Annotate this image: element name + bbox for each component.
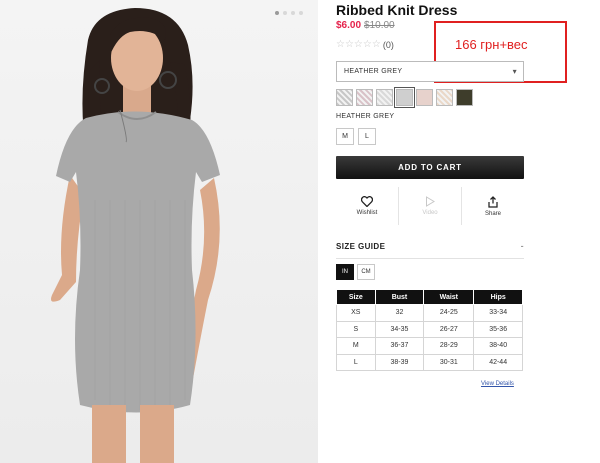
share-button[interactable]: Share xyxy=(461,187,524,225)
price: $6.00 $10.00 xyxy=(336,20,395,31)
column-header: Hips xyxy=(473,289,523,305)
table-header-row: Size Bust Waist Hips xyxy=(336,289,523,305)
play-icon xyxy=(426,196,435,207)
table-cell: 36-37 xyxy=(374,337,425,355)
unit-toggle: IN CM xyxy=(336,264,375,280)
table-cell: 38-40 xyxy=(473,337,523,355)
divider xyxy=(336,258,524,259)
column-header: Bust xyxy=(374,289,425,305)
sale-price: $6.00 xyxy=(336,20,362,31)
chevron-down-icon: ▾ xyxy=(512,67,517,76)
table-cell: 34-35 xyxy=(374,320,425,338)
table-cell: 42-44 xyxy=(473,353,523,371)
star-rating-icon: ☆☆☆☆☆ xyxy=(336,39,381,50)
carousel-dots[interactable] xyxy=(275,11,303,15)
unit-cm-button[interactable]: CM xyxy=(357,264,375,280)
rating-count: (0) xyxy=(382,39,394,50)
original-price: $10.00 xyxy=(364,20,395,31)
product-actions: Wishlist Video Share xyxy=(336,187,524,225)
color-select[interactable]: HEATHER GREY ▾ xyxy=(336,61,524,82)
wishlist-button[interactable]: Wishlist xyxy=(336,187,398,225)
carousel-dot[interactable] xyxy=(275,11,279,15)
unit-in-button[interactable]: IN xyxy=(336,264,354,280)
table-cell: 30-31 xyxy=(423,353,475,371)
color-swatches xyxy=(336,87,473,108)
table-cell: 35-36 xyxy=(473,320,523,338)
table-cell: 26-27 xyxy=(423,320,475,338)
color-select-value: HEATHER GREY xyxy=(344,68,403,75)
collapse-icon[interactable]: - xyxy=(521,241,524,251)
selected-color-label: HEATHER GREY xyxy=(336,113,395,120)
view-details-link[interactable]: View Details xyxy=(481,381,514,387)
carousel-dot[interactable] xyxy=(283,11,287,15)
add-to-cart-button[interactable]: ADD TO CART xyxy=(336,156,524,179)
column-header: Waist xyxy=(423,289,475,305)
swatch-olive[interactable] xyxy=(456,89,473,106)
table-cell: L xyxy=(336,353,376,371)
swatch-heather-grey[interactable] xyxy=(394,87,415,108)
table-cell: M xyxy=(336,337,376,355)
model-illustration xyxy=(51,8,220,463)
annotation-text: 166 грн+вес xyxy=(455,37,528,52)
table-cell: 32 xyxy=(374,304,425,322)
share-label: Share xyxy=(484,210,501,217)
swatch-blush[interactable] xyxy=(416,89,433,106)
table-row: XS 32 24-25 33-34 xyxy=(336,304,523,322)
table-cell: 24-25 xyxy=(423,304,475,322)
wishlist-label: Wishlist xyxy=(356,210,378,216)
table-cell: S xyxy=(336,320,376,338)
size-options: M L xyxy=(336,128,376,145)
swatch-peach-check[interactable] xyxy=(436,89,453,106)
table-cell: 28-29 xyxy=(423,337,475,355)
size-guide-title: SIZE GUIDE xyxy=(336,242,386,251)
video-label: Video xyxy=(422,210,438,216)
heart-icon xyxy=(361,196,373,207)
carousel-dot[interactable] xyxy=(299,11,303,15)
rating[interactable]: ☆☆☆☆☆ (0) xyxy=(336,39,394,50)
table-row: S 34-35 26-27 35-36 xyxy=(336,320,523,338)
table-cell: 38-39 xyxy=(374,353,425,371)
video-button[interactable]: Video xyxy=(398,187,461,225)
size-chart-table: Size Bust Waist Hips XS 32 24-25 33-34 S… xyxy=(336,289,523,371)
size-guide-header[interactable]: SIZE GUIDE - xyxy=(336,241,524,256)
swatch-grey-check[interactable] xyxy=(336,89,353,106)
product-title: Ribbed Knit Dress xyxy=(336,2,458,18)
swatch-light-check[interactable] xyxy=(376,89,393,106)
column-header: Size xyxy=(336,289,376,305)
carousel-dot[interactable] xyxy=(291,11,295,15)
table-cell: XS xyxy=(336,304,376,322)
swatch-pink-check[interactable] xyxy=(356,89,373,106)
share-icon xyxy=(488,195,498,208)
table-row: L 38-39 30-31 42-44 xyxy=(336,353,523,371)
size-button-m[interactable]: M xyxy=(336,128,354,145)
table-row: M 36-37 28-29 38-40 xyxy=(336,337,523,355)
size-button-l[interactable]: L xyxy=(358,128,376,145)
product-photo[interactable] xyxy=(0,0,318,463)
table-cell: 33-34 xyxy=(473,304,523,322)
